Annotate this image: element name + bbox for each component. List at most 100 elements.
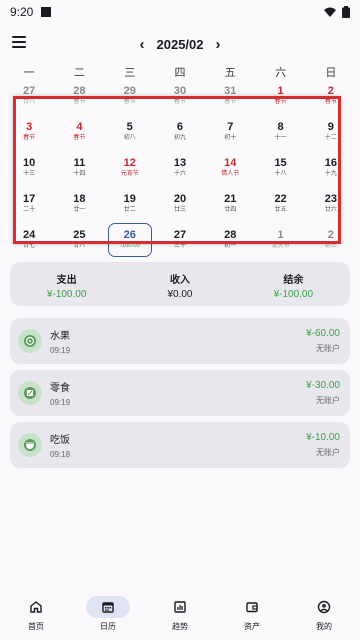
record-amount: ¥-60.00	[306, 328, 340, 339]
day-number: 4	[76, 121, 83, 133]
record-amount-block: ¥-60.00 无账户	[306, 328, 340, 354]
lunar-label: 初三	[324, 243, 337, 249]
wifi-icon	[324, 7, 336, 17]
day-cell[interactable]: 17 二十	[4, 186, 54, 222]
day-cell[interactable]: 12 元宵节	[105, 150, 155, 186]
day-cell[interactable]: 5 初八	[105, 114, 155, 150]
lunar-label: 初一	[224, 243, 237, 249]
nav-tab-profile[interactable]: 我的	[288, 594, 360, 640]
battery-icon	[342, 6, 350, 18]
nav-tab-wallet[interactable]: 资产	[216, 594, 288, 640]
day-cell[interactable]: 15 十八	[255, 150, 305, 186]
day-cell[interactable]: 2 春节	[306, 78, 356, 114]
day-number: 28	[224, 229, 237, 241]
lunar-label: 十四	[73, 171, 86, 177]
selected-day-outline	[107, 223, 152, 257]
day-cell[interactable]: 27 廿八	[4, 78, 54, 114]
expense-summary: 支出 ¥-100.00	[10, 271, 123, 300]
day-number: 29	[123, 85, 136, 97]
bottom-navigation: 首页 日历 趋势 资产 我的	[0, 594, 360, 640]
day-cell[interactable]: 23 廿六	[306, 186, 356, 222]
category-icon-badge	[18, 381, 42, 405]
day-cell[interactable]: 20 廿三	[155, 186, 205, 222]
lunar-label: 十九	[324, 171, 337, 177]
day-cell[interactable]: 4 春节	[54, 114, 104, 150]
day-number: 23	[324, 193, 337, 205]
fruit-icon	[24, 335, 36, 347]
lunar-label: 春节	[73, 135, 86, 141]
nav-tab-chart[interactable]: 趋势	[144, 594, 216, 640]
day-number: 27	[173, 229, 187, 241]
day-cell[interactable]: 7 初十	[205, 114, 255, 150]
lunar-label: 十三	[23, 171, 36, 177]
weekday-header: 一二三四五六日	[4, 64, 356, 79]
day-number: 5	[126, 121, 133, 133]
day-number: 25	[73, 229, 86, 241]
day-number: 19	[123, 193, 136, 205]
record-title: 吃饭	[50, 435, 70, 446]
chevron-left-icon[interactable]: ‹	[140, 36, 145, 53]
lunar-label: 春节	[123, 99, 136, 105]
day-cell[interactable]: 6 初九	[155, 114, 205, 150]
day-number: 20	[173, 193, 187, 205]
day-cell[interactable]: 24 廿七	[4, 222, 54, 258]
record-title: 水果	[50, 331, 70, 342]
month-summary: 支出 ¥-100.00 收入 ¥0.00 结余 ¥-100.00	[10, 262, 350, 306]
day-cell[interactable]: 22 廿五	[255, 186, 305, 222]
lunar-label: 廿八	[73, 243, 86, 249]
day-cell[interactable]: 2 初三	[306, 222, 356, 258]
snack-icon	[24, 387, 36, 399]
day-cell[interactable]: 9 十二	[306, 114, 356, 150]
day-cell[interactable]: 1 春节	[255, 78, 305, 114]
lunar-label: 廿四	[224, 207, 237, 213]
day-number: 7	[227, 121, 234, 133]
day-cell[interactable]: 19 廿二	[105, 186, 155, 222]
day-cell[interactable]: 28 初一	[205, 222, 255, 258]
day-cell-selected[interactable]: 26 -100.00	[105, 222, 155, 258]
day-cell[interactable]: 28 春节	[54, 78, 104, 114]
day-cell[interactable]: 30 春节	[155, 78, 205, 114]
day-number: 28	[73, 85, 86, 97]
record-account: 无账户	[316, 448, 340, 457]
day-number: 30	[173, 85, 187, 97]
day-number: 18	[73, 193, 86, 205]
day-number: 24	[23, 229, 36, 241]
nav-tab-home[interactable]: 首页	[0, 594, 72, 640]
day-cell[interactable]: 27 三十	[155, 222, 205, 258]
lunar-label: 二十	[23, 207, 36, 213]
lunar-label: 春节	[23, 135, 36, 141]
day-cell[interactable]: 11 十四	[54, 150, 104, 186]
day-cell[interactable]: 25 廿八	[54, 222, 104, 258]
record-time: 09:19	[50, 346, 71, 355]
record-info: 零食 09:19	[50, 379, 306, 407]
day-cell[interactable]: 13 十六	[155, 150, 205, 186]
chevron-right-icon[interactable]: ›	[216, 36, 221, 53]
status-bar: 9:20	[0, 0, 360, 24]
record-amount-block: ¥-30.00 无账户	[306, 380, 340, 406]
day-cell[interactable]: 16 十九	[306, 150, 356, 186]
day-number: 17	[23, 193, 36, 205]
day-cell[interactable]: 10 十三	[4, 150, 54, 186]
day-cell[interactable]: 18 廿一	[54, 186, 104, 222]
day-number: 16	[324, 157, 337, 169]
day-cell[interactable]: 14 情人节	[205, 150, 255, 186]
day-cell[interactable]: 21 廿四	[205, 186, 255, 222]
menu-icon[interactable]	[12, 36, 26, 48]
day-number: 1	[277, 85, 284, 97]
day-cell[interactable]: 8 十一	[255, 114, 305, 150]
nav-tab-calendar[interactable]: 日历	[72, 594, 144, 640]
day-cell[interactable]: 29 春节	[105, 78, 155, 114]
record-item[interactable]: 零食 09:19 ¥-30.00 无账户	[10, 370, 350, 416]
day-number: 15	[274, 157, 287, 169]
day-cell[interactable]: 1 龙头节	[255, 222, 305, 258]
calendar-grid: 27 廿八 28 春节 29 春节 30 春节 31 春节 1 春节 2 春节 3 春节 4 春节 5 初八 6 初九 7 初…	[4, 78, 356, 258]
lunar-label: 廿三	[173, 207, 186, 213]
record-item[interactable]: 水果 09:19 ¥-60.00 无账户	[10, 318, 350, 364]
lunar-label: 情人节	[221, 171, 240, 177]
lunar-label: 廿八	[23, 99, 36, 105]
lunar-label: 廿六	[324, 207, 337, 213]
chart-icon	[158, 596, 202, 618]
day-cell[interactable]: 31 春节	[205, 78, 255, 114]
record-item[interactable]: 吃饭 09:18 ¥-10.00 无账户	[10, 422, 350, 468]
day-cell[interactable]: 3 春节	[4, 114, 54, 150]
